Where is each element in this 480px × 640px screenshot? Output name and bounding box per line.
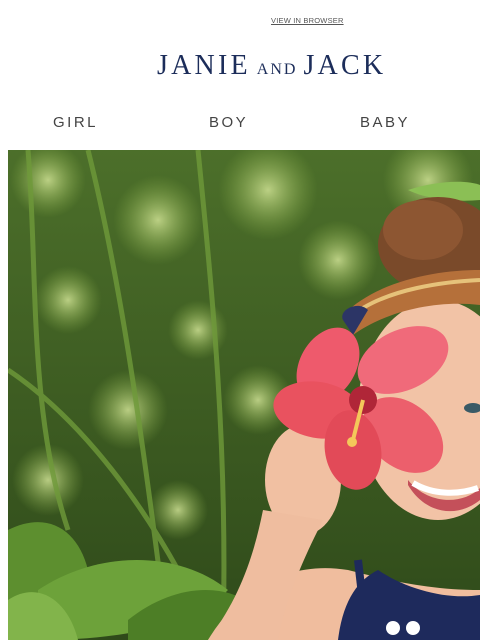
brand-logo-word-and: AND (256, 61, 298, 78)
nav-item-boy[interactable]: BOY (209, 114, 248, 131)
view-in-browser-link[interactable]: VIEW IN BROWSER (271, 16, 344, 25)
nav-item-girl[interactable]: GIRL (53, 114, 98, 131)
category-nav: GIRL BOY BABY (0, 114, 480, 138)
email-header: VIEW IN BROWSER (0, 0, 480, 44)
hero-image[interactable] (8, 150, 480, 640)
brand-logo[interactable]: JANIE AND JACK (157, 50, 386, 84)
hero-photo-illustration (8, 150, 480, 640)
brand-logo-word-janie: JANIE (157, 50, 251, 81)
brand-logo-word-jack: JACK (303, 50, 387, 81)
nav-item-baby[interactable]: BABY (360, 114, 410, 131)
